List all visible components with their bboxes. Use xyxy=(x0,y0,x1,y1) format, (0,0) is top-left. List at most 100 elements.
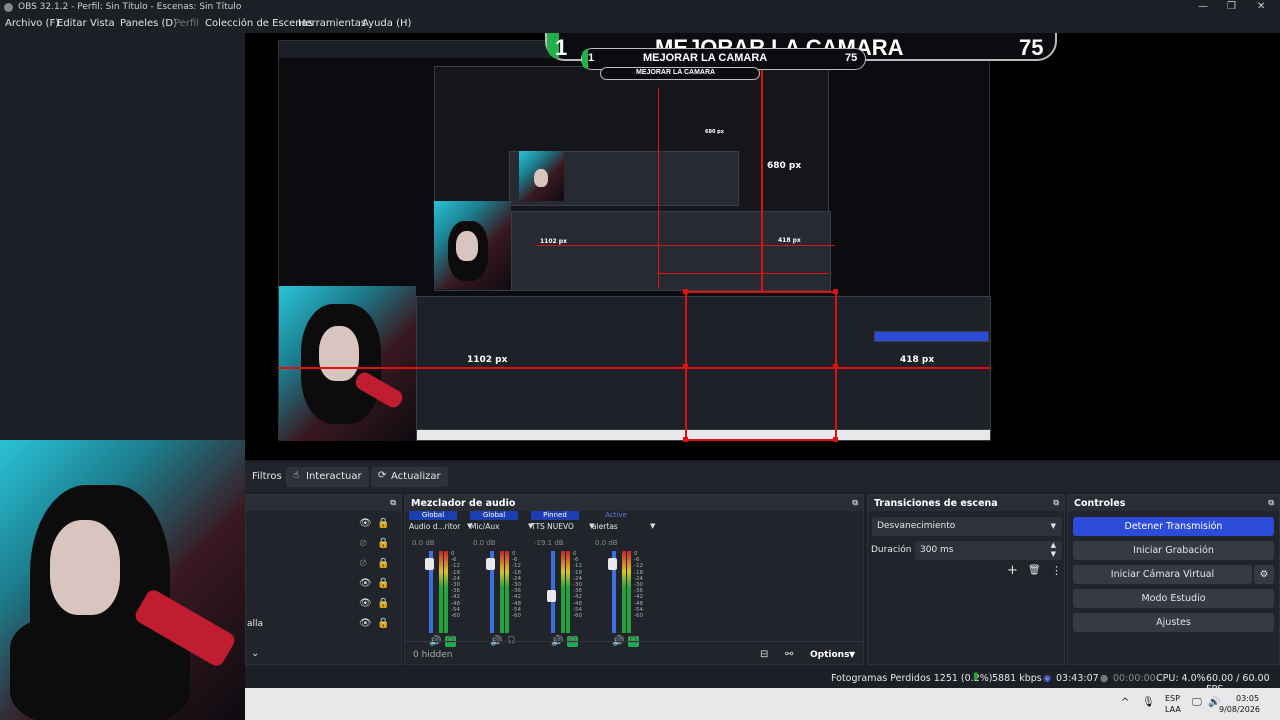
fader-knob[interactable] xyxy=(425,558,434,570)
spin-up-icon[interactable]: ▲ xyxy=(1051,541,1056,549)
eye-hidden-icon[interactable]: ⊘ xyxy=(359,538,367,549)
clock-date[interactable]: 9/08/2026 xyxy=(1219,705,1260,714)
channel-name[interactable]: alertas xyxy=(592,522,644,531)
more-menu-icon[interactable]: ⋮ xyxy=(1051,564,1062,577)
network-icon[interactable]: 🖵 xyxy=(1192,697,1202,708)
menu-help[interactable]: Ayuda (H) xyxy=(362,18,411,29)
menu-scene-collection[interactable]: Colección de Escenas xyxy=(205,18,313,29)
bitrate: 5881 kbps xyxy=(992,673,1042,684)
channel-name[interactable]: TTS NUEVO xyxy=(531,522,583,531)
close-button[interactable]: ✕ xyxy=(1257,1,1265,12)
spin-down-icon[interactable]: ▼ xyxy=(1051,550,1056,558)
eye-icon[interactable]: 👁 xyxy=(359,598,372,609)
virtual-camera-settings-button[interactable]: ⚙ xyxy=(1254,565,1274,584)
chevron-down-icon[interactable]: ⌄ xyxy=(251,648,259,659)
meter-tick: -60 xyxy=(512,613,521,620)
sources-dock-header: ⧉ xyxy=(246,495,401,511)
channel-dropdown-icon[interactable]: ▼ xyxy=(650,522,655,530)
level-meter xyxy=(627,551,631,633)
eye-icon[interactable]: 👁 xyxy=(359,518,372,529)
link-icon[interactable]: ⚯ xyxy=(785,649,793,660)
layout-icon[interactable]: ⊟ xyxy=(760,649,768,660)
level-meter xyxy=(566,551,570,633)
fader-knob[interactable] xyxy=(608,558,617,570)
filters-button[interactable]: Filtros xyxy=(245,467,289,487)
dock-popout-icon[interactable]: ⧉ xyxy=(1268,498,1274,508)
mixer-title: Mezclador de audio xyxy=(411,498,516,509)
microphone-icon[interactable]: 🎙 xyxy=(1142,697,1155,708)
fader-knob[interactable] xyxy=(547,589,556,602)
eye-hidden-icon[interactable]: ⊘ xyxy=(359,558,367,569)
lock-icon[interactable]: 🔒 xyxy=(377,578,389,589)
menu-view[interactable]: Vista xyxy=(90,18,115,29)
meter-scale: 0 -6 -12 -18 -24 -30 -36 -42 -48 -54 -60 xyxy=(573,551,585,619)
dock-popout-icon[interactable]: ⧉ xyxy=(1053,498,1059,508)
lock-icon[interactable]: 🔒 xyxy=(377,538,389,549)
source-row[interactable]: alla 👁 🔒 xyxy=(247,615,401,635)
cpu-usage: CPU: 4.0% xyxy=(1156,673,1206,684)
obs-logo-icon xyxy=(4,3,13,12)
menu-tools[interactable]: Herramientas xyxy=(298,18,366,29)
channel-tag: Global xyxy=(470,511,518,520)
refresh-button[interactable]: ⟳ Actualizar xyxy=(371,467,448,487)
guide-horizontal-3 xyxy=(685,439,837,441)
gear-icon: ⚙ xyxy=(1259,569,1269,580)
transition-select[interactable]: Desvanecimiento ▼ xyxy=(872,517,1062,536)
channel-name[interactable]: Audio d...ritorio xyxy=(409,522,461,531)
source-row[interactable]: 👁 🔒 xyxy=(247,515,401,535)
nested-webcam-level-3 xyxy=(519,151,564,201)
fader-knob[interactable] xyxy=(486,558,495,570)
guide-vertical-4 xyxy=(658,88,659,288)
keyboard-layout[interactable]: LAA xyxy=(1165,705,1181,714)
start-recording-button[interactable]: Iniciar Grabación xyxy=(1073,541,1274,560)
lock-icon[interactable]: 🔒 xyxy=(377,598,389,609)
dock-popout-icon[interactable]: ⧉ xyxy=(852,498,858,508)
title-bar: OBS 32.1.2 - Perfil: Sin Título - Escena… xyxy=(0,0,1280,15)
preview-canvas[interactable]: 1102 px 418 px 680 px 680 px 418 px 1102… xyxy=(245,33,1280,460)
guide-horizontal-4 xyxy=(658,273,828,274)
dropped-frames: Fotogramas Perdidos 1251 (0.2%) xyxy=(831,673,993,684)
mixer-channel: Active alertas ▼ 0.0 dB 0 -6 -12 -18 -24 -30 -36 -4… xyxy=(592,511,655,647)
channel-name[interactable]: Mic/Aux xyxy=(470,522,522,531)
minimize-button[interactable]: — xyxy=(1198,1,1208,12)
stop-stream-button[interactable]: Detener Transmisión xyxy=(1073,517,1274,536)
chevron-down-icon: ▼ xyxy=(1050,522,1056,530)
options-dropdown-icon[interactable]: ▼ xyxy=(849,650,855,659)
eye-icon[interactable]: 👁 xyxy=(359,618,372,629)
menu-edit[interactable]: Editar xyxy=(57,18,87,29)
duration-label: Duración xyxy=(871,545,912,555)
source-row[interactable]: 👁 🔒 xyxy=(247,595,401,615)
nested-stop-button xyxy=(874,331,989,342)
options-button[interactable]: Options xyxy=(810,650,849,660)
lock-icon[interactable]: 🔒 xyxy=(377,518,389,529)
hidden-count[interactable]: 0 hidden xyxy=(413,650,452,660)
source-row[interactable]: ⊘ 🔒 xyxy=(247,535,401,555)
duration-input[interactable]: 300 ms ▲ ▼ xyxy=(915,541,1062,560)
clock-time[interactable]: 03:05 xyxy=(1236,694,1259,703)
channel-db: -19.1 dB xyxy=(534,539,564,547)
guide-handle-3 xyxy=(683,437,688,442)
trash-icon[interactable]: 🗑 xyxy=(1028,565,1041,576)
source-row[interactable]: ⊘ 🔒 xyxy=(247,555,401,575)
settings-button[interactable]: Ajustes xyxy=(1073,613,1274,632)
meter-scale: 0 -6 -12 -18 -24 -30 -36 -42 -48 -54 -60 xyxy=(512,551,524,619)
interact-button[interactable]: ☝ Interactuar xyxy=(286,467,369,487)
chevron-up-icon[interactable]: ^ xyxy=(1121,697,1129,708)
dock-popout-icon[interactable]: ⧉ xyxy=(390,498,396,508)
menu-file[interactable]: Archivo (F) xyxy=(5,18,59,29)
maximize-button[interactable]: ❐ xyxy=(1227,1,1236,12)
virtual-camera-button[interactable]: Iniciar Cámara Virtual xyxy=(1073,565,1252,584)
studio-mode-button[interactable]: Modo Estudio xyxy=(1073,589,1274,608)
menu-profile[interactable]: Perfil xyxy=(174,18,199,29)
goal-banner-nested-2: MEJORAR LA CAMARA xyxy=(600,67,760,80)
stream-icon: ◉ xyxy=(1043,673,1052,684)
add-transition-icon[interactable]: + xyxy=(1007,563,1018,578)
language-indicator[interactable]: ESP xyxy=(1165,694,1180,703)
menu-panels[interactable]: Paneles (D) xyxy=(120,18,177,29)
lock-icon[interactable]: 🔒 xyxy=(377,618,389,629)
transition-selected: Desvanecimiento xyxy=(877,521,956,531)
source-row[interactable]: 👁 🔒 xyxy=(247,575,401,595)
lock-icon[interactable]: 🔒 xyxy=(377,558,389,569)
eye-icon[interactable]: 👁 xyxy=(359,578,372,589)
stream-time: 03:43:07 xyxy=(1056,673,1099,684)
